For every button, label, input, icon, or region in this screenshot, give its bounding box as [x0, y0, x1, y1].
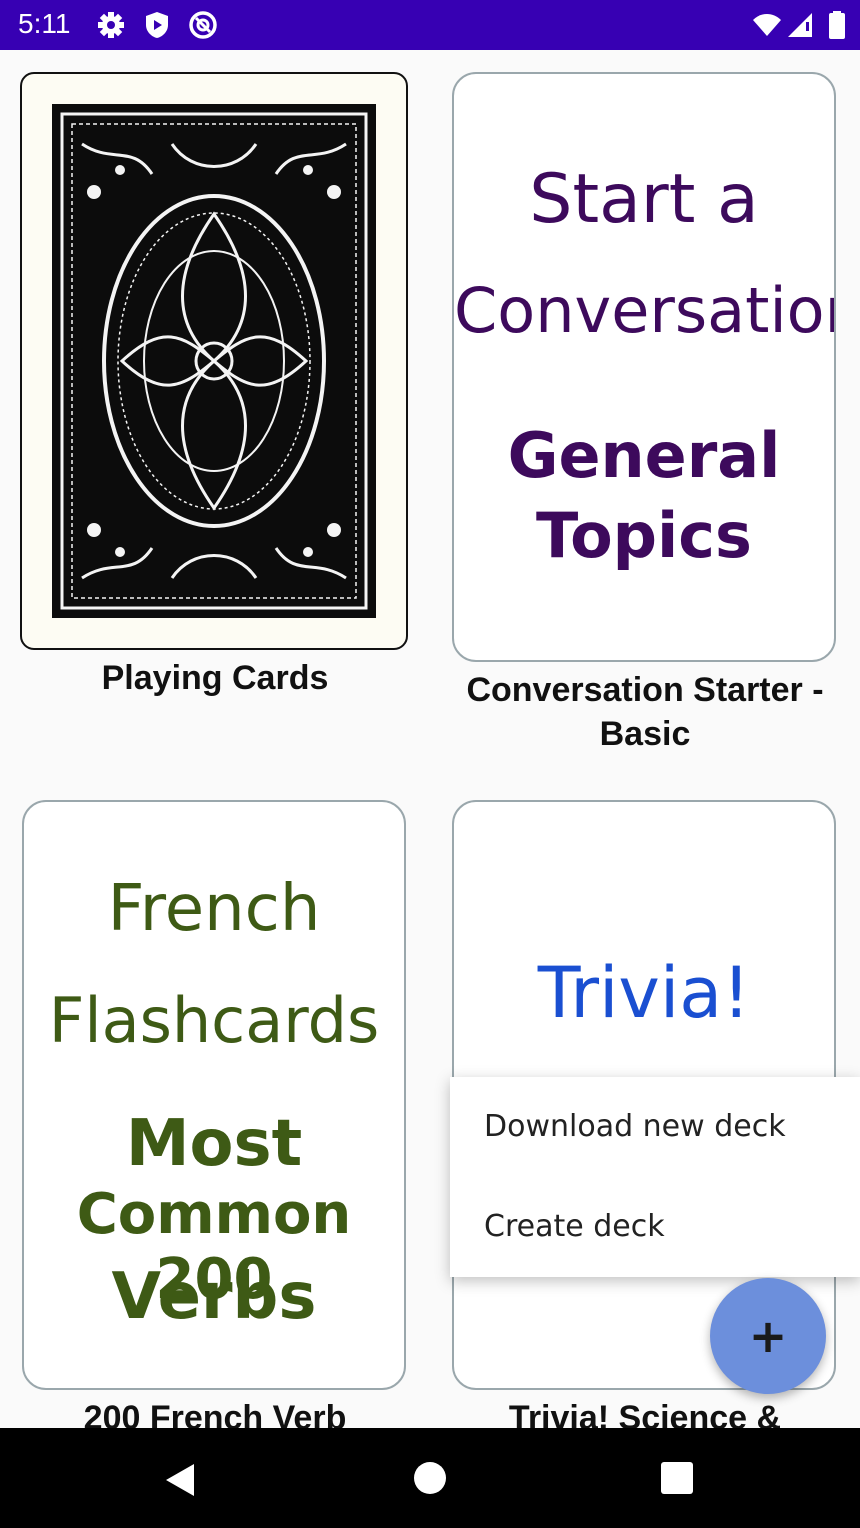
- shield-play-icon: [146, 12, 168, 38]
- battery-icon: [829, 11, 845, 39]
- card-back-pattern: [52, 104, 376, 618]
- cover-line: French: [107, 872, 321, 946]
- deck-cover: Start a Conversation! General Topics: [452, 72, 836, 662]
- deck-conversation-starter[interactable]: Start a Conversation! General Topics Con…: [452, 72, 838, 762]
- deck-title: Trivia! Science &: [508, 1399, 782, 1428]
- cover-line: General: [507, 419, 781, 492]
- cover-line: Flashcards: [48, 984, 380, 1057]
- deck-title: Conversation Starter - Basic: [466, 671, 824, 753]
- cover-line: Verbs: [111, 1260, 317, 1334]
- settings-icon: [98, 12, 124, 38]
- cover-line: Trivia!: [537, 952, 751, 1034]
- deck-title: Playing Cards: [101, 659, 329, 697]
- cover-line: Most: [125, 1107, 303, 1181]
- status-bar: 5:11: [0, 0, 860, 50]
- back-icon[interactable]: [160, 1460, 200, 1500]
- cover-line: Start a: [529, 160, 759, 239]
- deck-cover: French Flashcards Most Common 200 Verbs: [22, 800, 406, 1390]
- signal-icon: [788, 13, 812, 37]
- fab-popup-menu: Download new deck Create deck: [450, 1077, 860, 1277]
- sync-icon: [189, 11, 217, 39]
- cover-line: Conversation!: [454, 274, 834, 347]
- navigation-bar: [0, 1428, 860, 1528]
- deck-title: 200 French Verb: [83, 1399, 347, 1428]
- add-fab-button[interactable]: +: [710, 1278, 826, 1394]
- cover-line: Topics: [536, 499, 752, 572]
- menu-item-create-deck[interactable]: Create deck: [484, 1209, 665, 1244]
- plus-icon: +: [748, 1309, 788, 1363]
- recents-icon[interactable]: [660, 1461, 694, 1495]
- wifi-icon: [753, 14, 781, 36]
- deck-french-verbs[interactable]: French Flashcards Most Common 200 Verbs …: [22, 800, 408, 1428]
- deck-playing-cards[interactable]: Playing Cards: [20, 72, 410, 752]
- status-time: 5:11: [18, 8, 71, 39]
- menu-item-download-new-deck[interactable]: Download new deck: [484, 1109, 786, 1144]
- deck-cover: [20, 72, 408, 650]
- home-icon[interactable]: [412, 1460, 448, 1496]
